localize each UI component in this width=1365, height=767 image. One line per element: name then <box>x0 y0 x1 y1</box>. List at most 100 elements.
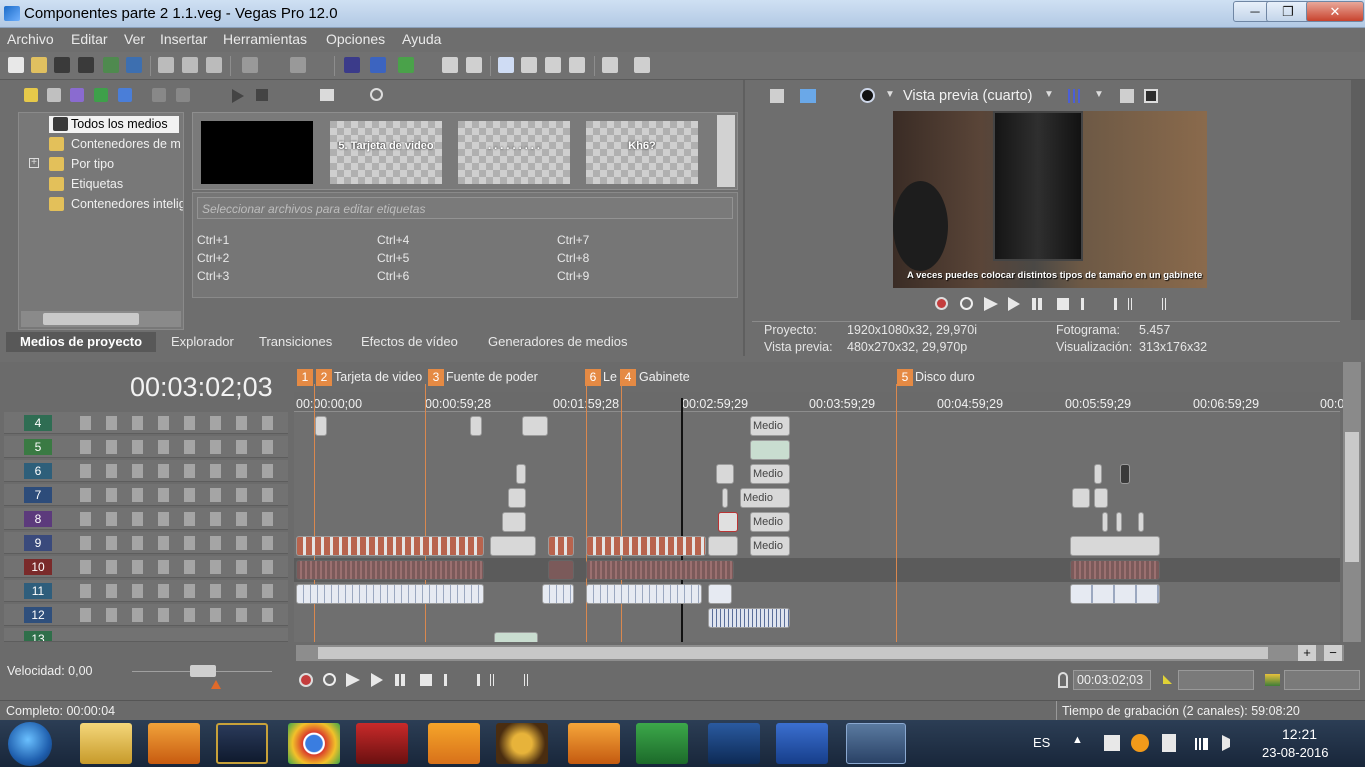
menu-herramientas[interactable]: Herramientas <box>223 31 307 47</box>
audio-event[interactable] <box>1070 560 1160 580</box>
external-monitor-icon[interactable] <box>800 89 816 103</box>
get-media-icon[interactable] <box>70 88 84 102</box>
event-clip[interactable] <box>716 464 734 484</box>
view-mode-icon[interactable] <box>320 89 334 101</box>
marker-5[interactable]: 5 <box>897 369 913 386</box>
origin-icon[interactable] <box>428 723 480 764</box>
ignore-grouping-icon[interactable] <box>466 57 482 73</box>
tab-transitions[interactable]: Transiciones <box>259 334 332 349</box>
open-folder-icon[interactable] <box>31 57 47 73</box>
tag-shortcut[interactable]: Ctrl+9 <box>557 269 589 283</box>
event-clip[interactable] <box>1094 488 1108 508</box>
play-icon[interactable] <box>1008 297 1020 311</box>
save-icon[interactable] <box>54 57 70 73</box>
media-thumbnail[interactable]: . . . . . . . . . <box>458 121 570 184</box>
tab-project-media[interactable]: Medios de proyecto <box>20 334 142 349</box>
preview-props-icon[interactable] <box>770 89 784 103</box>
import-media-icon[interactable] <box>24 88 38 102</box>
menu-ver[interactable]: Ver <box>124 31 145 47</box>
selection-tool-icon[interactable] <box>545 57 561 73</box>
dropdown-arrow-icon[interactable]: ▼ <box>1094 89 1104 100</box>
stop-icon[interactable] <box>256 89 268 101</box>
refresh-icon[interactable] <box>94 88 108 102</box>
event-clip[interactable] <box>718 512 738 532</box>
marker-4[interactable]: 4 <box>620 369 636 386</box>
expand-toggle[interactable]: + <box>29 158 39 168</box>
auto-crossfade-icon[interactable] <box>370 57 386 73</box>
copy-snapshot-icon[interactable] <box>1120 89 1134 103</box>
chrome-icon[interactable] <box>288 723 340 764</box>
save-snapshot-icon[interactable] <box>1144 89 1158 103</box>
event-clip[interactable]: Medio <box>750 464 790 484</box>
cursor-position-field[interactable]: 00:03:02;03 <box>1073 670 1151 690</box>
undo-icon[interactable] <box>242 57 258 73</box>
new-file-icon[interactable] <box>8 57 24 73</box>
tag-shortcut[interactable]: Ctrl+8 <box>557 251 589 265</box>
media-thumbnail[interactable]: 5. Tarjeta de video <box>330 121 442 184</box>
event-clip[interactable]: Medio <box>750 512 790 532</box>
menu-editar[interactable]: Editar <box>71 31 108 47</box>
record-icon[interactable] <box>299 673 313 687</box>
next-frame-icon[interactable] <box>514 674 528 686</box>
track-buttons-row[interactable] <box>80 560 285 574</box>
prev-frame-icon[interactable] <box>1081 298 1093 310</box>
audio-event[interactable] <box>586 584 702 604</box>
event-clip[interactable] <box>1072 488 1090 508</box>
audio-event[interactable] <box>542 584 574 604</box>
audio-event[interactable] <box>1070 584 1160 604</box>
word-icon[interactable] <box>776 723 828 764</box>
event-clip[interactable] <box>490 536 536 556</box>
event-clip[interactable]: Medio <box>750 416 790 436</box>
warcraft-icon[interactable] <box>496 723 548 764</box>
tree-item-tags[interactable]: Etiquetas <box>71 177 123 191</box>
league-of-legends-icon[interactable] <box>216 723 268 764</box>
paste-icon[interactable] <box>206 57 222 73</box>
event-clip[interactable] <box>586 536 706 556</box>
timeline-horizontal-scrollbar[interactable] <box>296 645 1344 661</box>
tree-item-smart-bins[interactable]: Contenedores intelig <box>71 197 183 211</box>
track-buttons-row[interactable] <box>80 608 285 622</box>
media-properties-icon[interactable] <box>176 88 190 102</box>
tab-video-fx[interactable]: Efectos de vídeo <box>361 334 458 349</box>
redo-icon[interactable] <box>290 57 306 73</box>
usb-device-icon[interactable] <box>1162 734 1176 752</box>
marker-2[interactable]: 2 <box>316 369 332 386</box>
excel-icon[interactable] <box>636 723 688 764</box>
event-clip[interactable] <box>548 536 574 556</box>
pause-icon[interactable] <box>395 674 399 686</box>
play-from-start-icon[interactable] <box>346 673 360 687</box>
timeline-vertical-scrollbar[interactable] <box>1343 362 1361 642</box>
maximize-button[interactable]: ❐ <box>1266 1 1310 22</box>
zoom-tool-icon[interactable] <box>569 57 585 73</box>
record-icon[interactable] <box>935 297 948 310</box>
properties-icon[interactable] <box>126 57 142 73</box>
capture-video-icon[interactable] <box>47 88 61 102</box>
preview-quality-select[interactable]: Vista previa (cuarto) <box>903 88 1032 104</box>
next-frame-icon[interactable] <box>1105 298 1117 310</box>
play-from-start-icon[interactable] <box>984 297 998 311</box>
audio-event[interactable] <box>296 560 484 580</box>
envelope-tool-icon[interactable] <box>521 57 537 73</box>
fast-forward-icon[interactable] <box>1152 298 1166 310</box>
event-clip[interactable] <box>1138 512 1144 532</box>
tree-item-by-type[interactable]: Por tipo <box>71 157 114 171</box>
play-icon[interactable] <box>232 89 244 103</box>
selection-start-field[interactable] <box>1178 670 1254 690</box>
show-hidden-icons[interactable]: ▲ <box>1072 734 1083 746</box>
track-buttons-row[interactable] <box>80 488 285 502</box>
avast-icon[interactable] <box>1131 734 1149 752</box>
tab-explorer[interactable]: Explorador <box>171 334 234 349</box>
audio-event[interactable] <box>586 560 734 580</box>
marker-1[interactable]: 1 <box>297 369 313 386</box>
overlays-grid-icon[interactable] <box>1068 89 1082 103</box>
vegas-pro-taskbar-icon[interactable] <box>846 723 906 764</box>
close-button[interactable]: ✕ <box>1306 1 1364 22</box>
tree-item-bins[interactable]: Contenedores de m <box>71 137 181 151</box>
go-to-start-icon[interactable] <box>444 674 456 686</box>
loop-icon[interactable] <box>323 673 336 686</box>
play-icon[interactable] <box>371 673 383 687</box>
start-button[interactable] <box>8 722 52 766</box>
menu-archivo[interactable]: Archivo <box>7 31 54 47</box>
event-clip[interactable] <box>750 440 790 460</box>
snapping-icon[interactable] <box>344 57 360 73</box>
